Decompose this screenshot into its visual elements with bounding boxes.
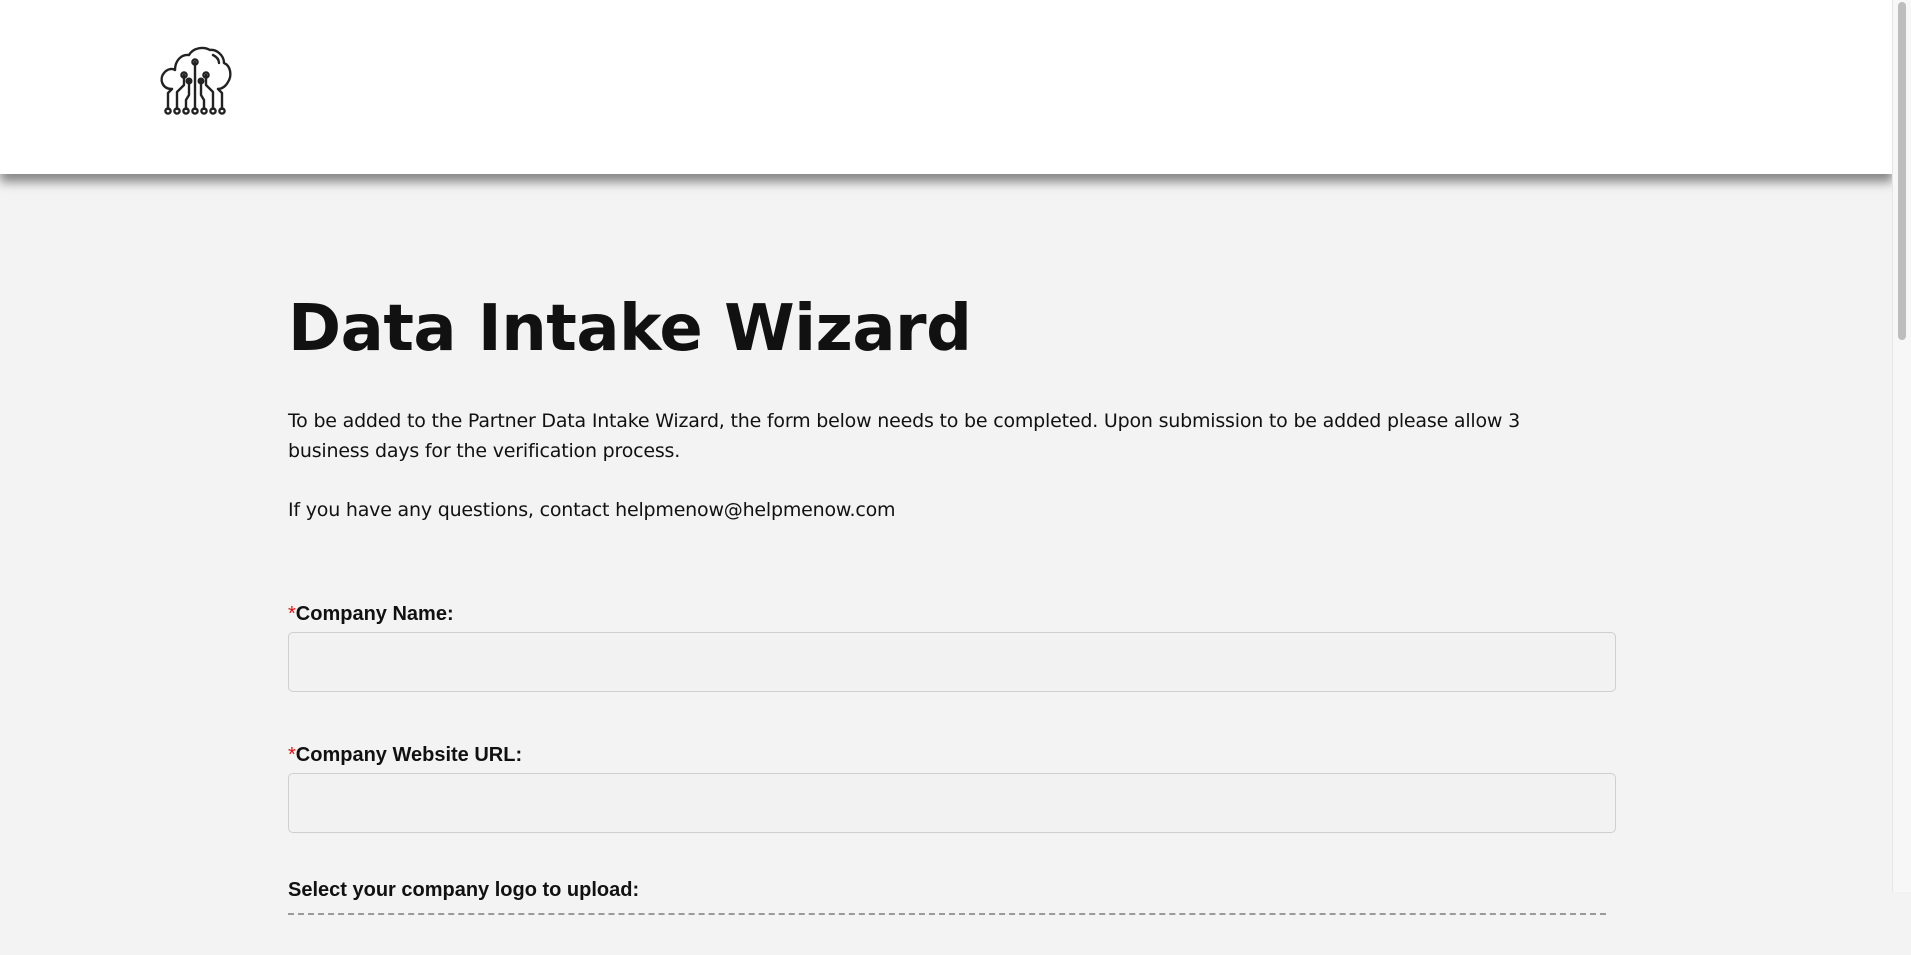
company-website-label: *Company Website URL:: [288, 742, 1616, 768]
required-marker: *: [288, 603, 296, 625]
logo-upload-label: Select your company logo to upload:: [288, 879, 640, 901]
company-website-label-text: Company Website URL:: [295, 744, 523, 766]
page-scrollbar[interactable]: [1892, 0, 1911, 892]
contact-text: If you have any questions, contact helpm…: [288, 499, 896, 521]
site-header: [0, 0, 1893, 174]
required-marker: *: [288, 744, 296, 766]
company-name-input[interactable]: [288, 632, 1616, 692]
company-name-label-text: Company Name:: [295, 603, 454, 625]
intro-text: To be added to the Partner Data Intake W…: [288, 410, 1520, 462]
main-content: Data Intake Wizard To be added to the Pa…: [288, 290, 1616, 955]
company-name-label: *Company Name:: [288, 601, 1616, 627]
logo-upload-dropzone[interactable]: [288, 913, 1606, 955]
scrollbar-thumb[interactable]: [1898, 2, 1906, 340]
company-website-input[interactable]: [288, 773, 1616, 833]
cloud-circuit-icon[interactable]: [158, 45, 233, 117]
page-title: Data Intake Wizard: [288, 292, 972, 366]
